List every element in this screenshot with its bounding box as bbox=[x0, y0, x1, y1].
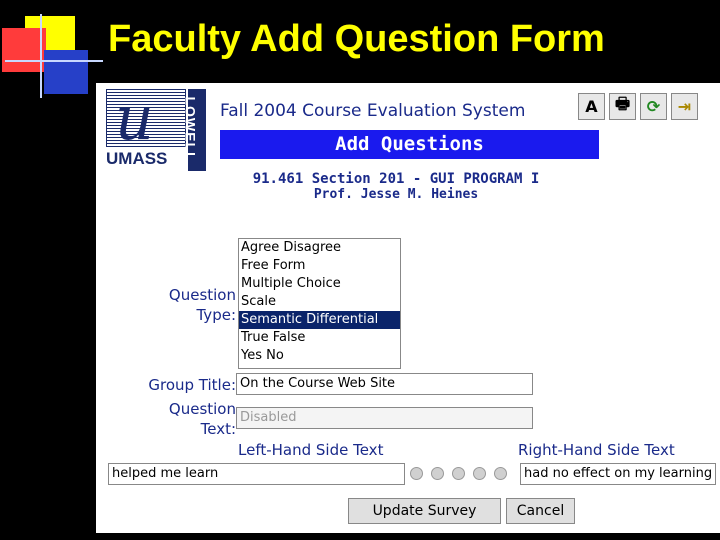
list-item[interactable]: Agree Disagree bbox=[239, 239, 400, 257]
list-item[interactable]: Scale bbox=[239, 293, 400, 311]
font-size-icon: A bbox=[585, 97, 598, 116]
list-item[interactable]: Multiple Choice bbox=[239, 275, 400, 293]
professor-name: Prof. Jesse M. Heines bbox=[313, 187, 479, 202]
font-size-button[interactable]: A bbox=[578, 93, 605, 120]
logo-umass-text: UMASS bbox=[106, 149, 168, 168]
group-title-input[interactable]: On the Course Web Site bbox=[236, 373, 533, 395]
refresh-button[interactable]: ⟳ bbox=[640, 93, 667, 120]
umass-lowell-logo: u UMASS LOWELL bbox=[106, 89, 206, 171]
scale-radio-4[interactable] bbox=[473, 467, 486, 480]
question-type-label-line1: Question bbox=[168, 286, 236, 304]
decor-horizontal-line bbox=[5, 60, 103, 62]
logo-lowell-text: LOWELL bbox=[182, 96, 199, 162]
decor-blue-square bbox=[44, 50, 88, 94]
list-item[interactable]: True False bbox=[239, 329, 400, 347]
exit-door-icon: ⇥ bbox=[677, 97, 692, 116]
slide-decoration bbox=[0, 0, 110, 110]
logo-lowell-bar: LOWELL bbox=[183, 89, 206, 171]
toolbar: A 🖶 ⟳ ⇥ bbox=[578, 93, 698, 120]
system-title: Fall 2004 Course Evaluation System bbox=[220, 101, 526, 121]
scale-radio-1[interactable] bbox=[410, 467, 423, 480]
print-button[interactable]: 🖶 bbox=[609, 93, 636, 120]
right-side-text-label: Right-Hand Side Text bbox=[518, 441, 675, 459]
group-title-label: Group Title: bbox=[148, 376, 236, 394]
scale-radio-5[interactable] bbox=[494, 467, 507, 480]
update-survey-button[interactable]: Update Survey bbox=[348, 498, 501, 524]
refresh-icon: ⟳ bbox=[646, 97, 661, 116]
question-type-listbox[interactable]: Agree Disagree Free Form Multiple Choice… bbox=[238, 238, 401, 369]
list-item[interactable]: Free Form bbox=[239, 257, 400, 275]
scale-radio-2[interactable] bbox=[431, 467, 444, 480]
course-title: 91.461 Section 201 - GUI PROGRAM I bbox=[252, 171, 540, 187]
list-item[interactable]: Yes No bbox=[239, 347, 400, 365]
question-text-label-line2: Text: bbox=[200, 420, 236, 438]
slide-title: Faculty Add Question Form bbox=[108, 18, 605, 60]
question-text-label-line1: Question bbox=[168, 400, 236, 418]
decor-vertical-line bbox=[40, 14, 42, 98]
cancel-button[interactable]: Cancel bbox=[506, 498, 575, 524]
left-side-text-input[interactable]: helped me learn bbox=[108, 463, 405, 485]
section-title: Add Questions bbox=[220, 130, 599, 159]
left-side-text-label: Left-Hand Side Text bbox=[238, 441, 384, 459]
printer-icon: 🖶 bbox=[614, 94, 631, 113]
logo-monogram: u bbox=[106, 89, 186, 147]
right-side-text-input[interactable]: had no effect on my learning bbox=[520, 463, 716, 485]
scale-radio-3[interactable] bbox=[452, 467, 465, 480]
list-item-selected[interactable]: Semantic Differential bbox=[239, 311, 400, 329]
scale-radio-group bbox=[410, 467, 507, 480]
browser-content-panel: u UMASS LOWELL Fall 2004 Course Evaluati… bbox=[96, 83, 720, 533]
exit-button[interactable]: ⇥ bbox=[671, 93, 698, 120]
question-type-label-line2: Type: bbox=[196, 306, 236, 324]
question-text-input: Disabled bbox=[236, 407, 533, 429]
